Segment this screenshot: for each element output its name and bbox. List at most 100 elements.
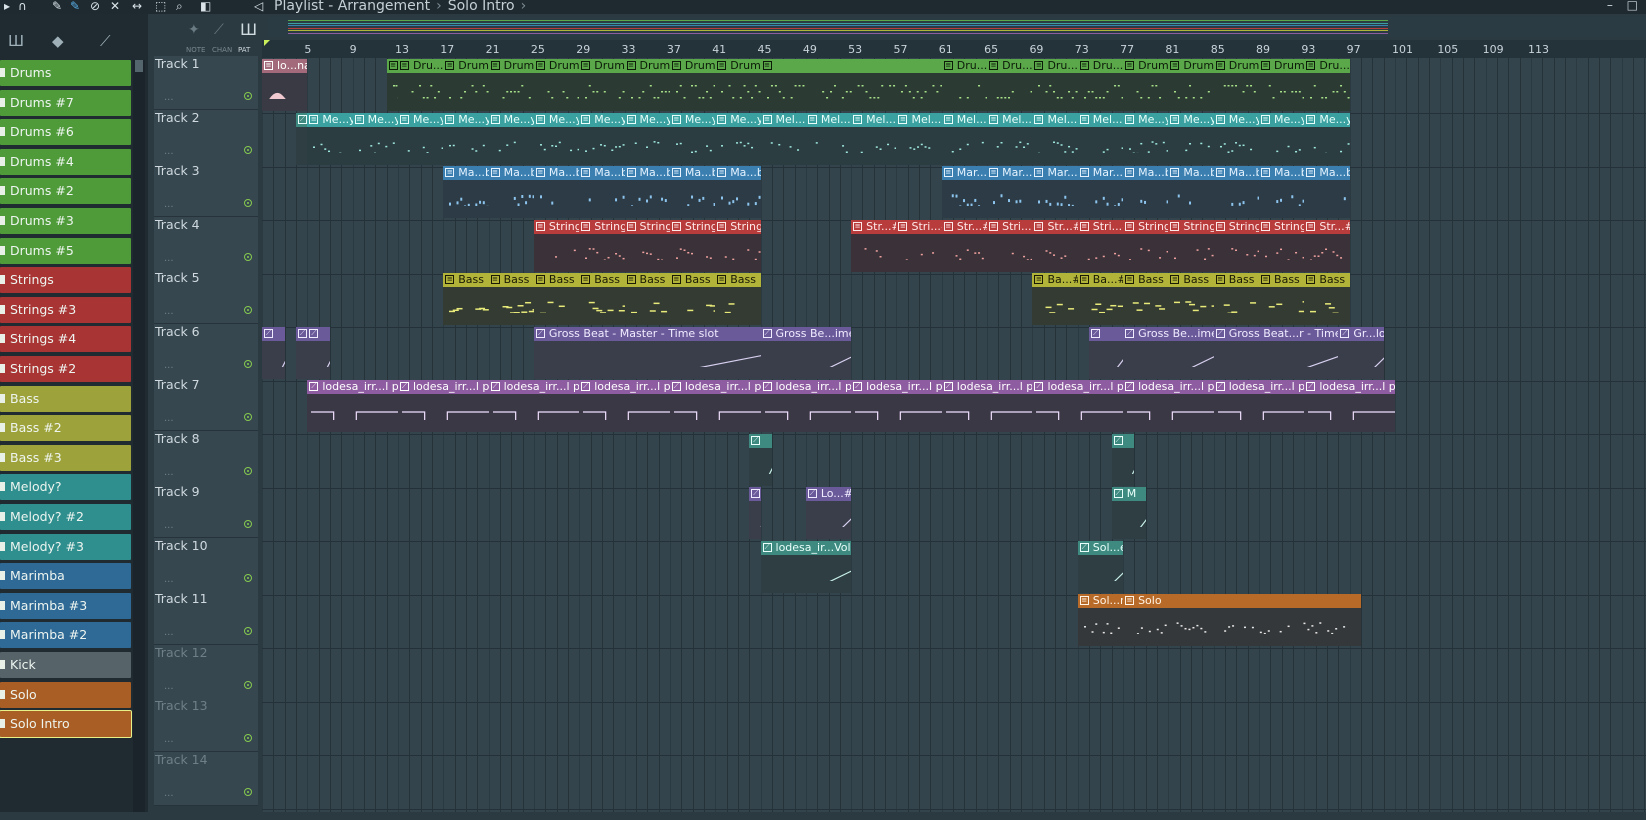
clip-header[interactable]: ≡Bass [670,273,715,287]
clip-header[interactable]: ≡ [387,59,398,73]
track-enable-icon[interactable] [244,788,252,796]
arrangement-clip[interactable]: ≡Bass [1259,273,1304,325]
delete-icon[interactable]: ⊘ [90,0,100,12]
clip-header[interactable]: ≡Drums [625,59,670,73]
pattern-item[interactable]: Drums #7 [0,90,131,116]
arrangement-clip[interactable]: ≡Ba...#3 [1078,273,1123,325]
track-enable-icon[interactable] [244,627,252,635]
speaker-icon[interactable]: ◁ [254,0,263,12]
arrangement-clip[interactable]: ≡Str...#2 [1032,220,1077,272]
track-header[interactable]: Track 5... [154,270,258,324]
arrangement-clip[interactable]: ≡Drums [1168,59,1213,111]
clip-header[interactable]: ≡Drums [1123,59,1168,73]
track-header[interactable]: Track 1... [154,56,258,110]
arrangement-clip[interactable]: ≡Strings [579,220,624,272]
arrangement-clip[interactable]: ≡ [387,59,398,111]
clip-header[interactable]: ≡Bass [1259,273,1304,287]
clip-header[interactable]: ≡Ma...ba [579,166,624,180]
clip-header[interactable]: ≡Ma...ba [534,166,579,180]
arrangement-clip[interactable]: ≡Strings [1214,220,1259,272]
arrangement-clip[interactable]: ≡Me...y? [489,113,534,165]
arrangement-clip[interactable]: ⟋lodesa_irr...l pitch [489,380,580,432]
track-enable-icon[interactable] [244,253,252,261]
clip-header[interactable]: ≡Dru...5 [1078,59,1123,73]
clip-header[interactable]: ≡Ma...ba [443,166,488,180]
arrangement-clip[interactable]: ≡Dru...5 [1078,59,1123,111]
clip-header[interactable]: ≡ [761,59,942,73]
arrangement-clip[interactable]: ≡Drums [1214,59,1259,111]
pattern-item[interactable]: Drums [0,60,131,86]
clip-header[interactable]: ≡Bass [443,273,488,287]
playback-icon[interactable]: ◧ [200,0,211,12]
arrangement-clip[interactable]: ≡Ma...ba [1214,166,1259,218]
clip-header[interactable]: ⟋lodesa_irr...l pitch [761,380,852,394]
track-enable-icon[interactable] [244,734,252,742]
arrangement-clip[interactable]: ⟋Gross Be...ime slot [1123,327,1214,379]
clip-header[interactable]: ≡Me...y? [534,113,579,127]
clip-header[interactable]: ⟋Lo...#3 [806,487,851,501]
note-mode-label[interactable]: NOTE [186,46,205,54]
arrangement-clip[interactable]: ≡Drums [625,59,670,111]
arrangement-clip[interactable]: ⟋Gr...lot [1338,327,1383,379]
arrangement-clip[interactable]: ≡Ma...ba [625,166,670,218]
arrangement-clip[interactable]: ≡Me...y? [307,113,352,165]
arrangement-clip[interactable]: ⟋lodesa_irr...l pitch [670,380,761,432]
clip-header[interactable]: ≡Solo [1123,594,1361,608]
arrangement-clip[interactable]: ≡Ma...ba [1304,166,1349,218]
arrangement-clip[interactable]: ⟋lodesa_irr...l pitch [1214,380,1305,432]
arrangement-clip[interactable]: ⟋lodesa_irr...l pitch [579,380,670,432]
clip-header[interactable]: ≡Drums [1168,59,1213,73]
clip-header[interactable]: ≡Bass [625,273,670,287]
clip-header[interactable]: ≡Drums [443,59,488,73]
arrangement-clip[interactable]: ⟋ [1112,434,1135,486]
clip-header[interactable]: ≡Drums [715,59,760,73]
arrangement-clip[interactable]: ⟋M [1112,487,1146,539]
pattern-item[interactable]: Drums #3 [0,208,131,234]
track-header[interactable]: Track 10... [154,538,258,592]
track-lane[interactable] [262,540,1646,596]
clip-header[interactable]: ≡Ma...ba [1123,166,1168,180]
arrangement-clip[interactable]: ≡Sol...ro [1078,594,1123,646]
arrangement-clip[interactable]: ≡Dru...3 [987,59,1032,111]
overview-scrollbar[interactable] [268,17,1646,37]
clip-header[interactable]: ⟋lodesa_irr...l pitch [489,380,580,394]
arrangement-clip[interactable]: ≡Me...y? [625,113,670,165]
arrangement-clip[interactable]: ≡Bass [625,273,670,325]
arrangement-clip[interactable]: ≡Bass [1123,273,1168,325]
minimize-button[interactable]: – [1607,0,1613,12]
track-header[interactable]: Track 7... [154,377,258,431]
clip-header[interactable]: ⟋ [262,327,285,341]
clip-header[interactable]: ⟋lodesa_irr...l pitch [670,380,761,394]
clip-header[interactable]: ≡Strings [670,220,715,234]
pattern-item[interactable]: Strings #2 [0,356,131,382]
arrangement-clip[interactable]: ≡Drums [1259,59,1304,111]
clip-header[interactable]: ≡Me...y? [398,113,443,127]
pattern-item[interactable]: Bass #2 [0,415,131,441]
clip-header[interactable]: ≡Me...y? [1214,113,1259,127]
clip-header[interactable]: ≡Strings [715,220,760,234]
track-header[interactable]: Track 9... [154,484,258,538]
clip-header[interactable]: ≡Strings [1259,220,1304,234]
track-header[interactable]: Track 11... [154,591,258,645]
clip-header[interactable]: ⟋Gross Be...ime slot [1123,327,1214,341]
arrangement-clip[interactable]: ≡Bass [670,273,715,325]
clip-header[interactable]: ⟋Gr...lot [1338,327,1383,341]
clip-header[interactable]: ⟋ [1112,434,1135,448]
arrangement-clip[interactable]: ≡Me...y? [353,113,398,165]
arrangement-clip[interactable]: ≡Ma...ba [489,166,534,218]
arrangement-clip[interactable]: ⟋Gross Beat...r - Time slot [1214,327,1339,379]
clip-header[interactable]: ≡Me...y? [1304,113,1349,127]
arrangement-clip[interactable]: ≡Me...y? [1123,113,1168,165]
track-lane[interactable] [262,754,1646,810]
arrangement-clip[interactable]: ≡Mel...2 [761,113,806,165]
pattern-item[interactable]: Marimba #2 [0,622,131,648]
arrangement-clip[interactable]: ≡Ma...ba [670,166,715,218]
clip-header[interactable]: ⟋lodesa_irr...l pitch [398,380,489,394]
clip-header[interactable]: ≡Me...y? [715,113,760,127]
clip-header[interactable]: ≡Bass [1168,273,1213,287]
clip-header[interactable]: ⟋Gross Be...ime slot [761,327,852,341]
track-enable-icon[interactable] [244,574,252,582]
clip-header[interactable]: ≡Ma...ba [1304,166,1349,180]
pat-mode-icon[interactable]: Ш [240,20,257,39]
clip-header[interactable]: ≡Drums [1214,59,1259,73]
